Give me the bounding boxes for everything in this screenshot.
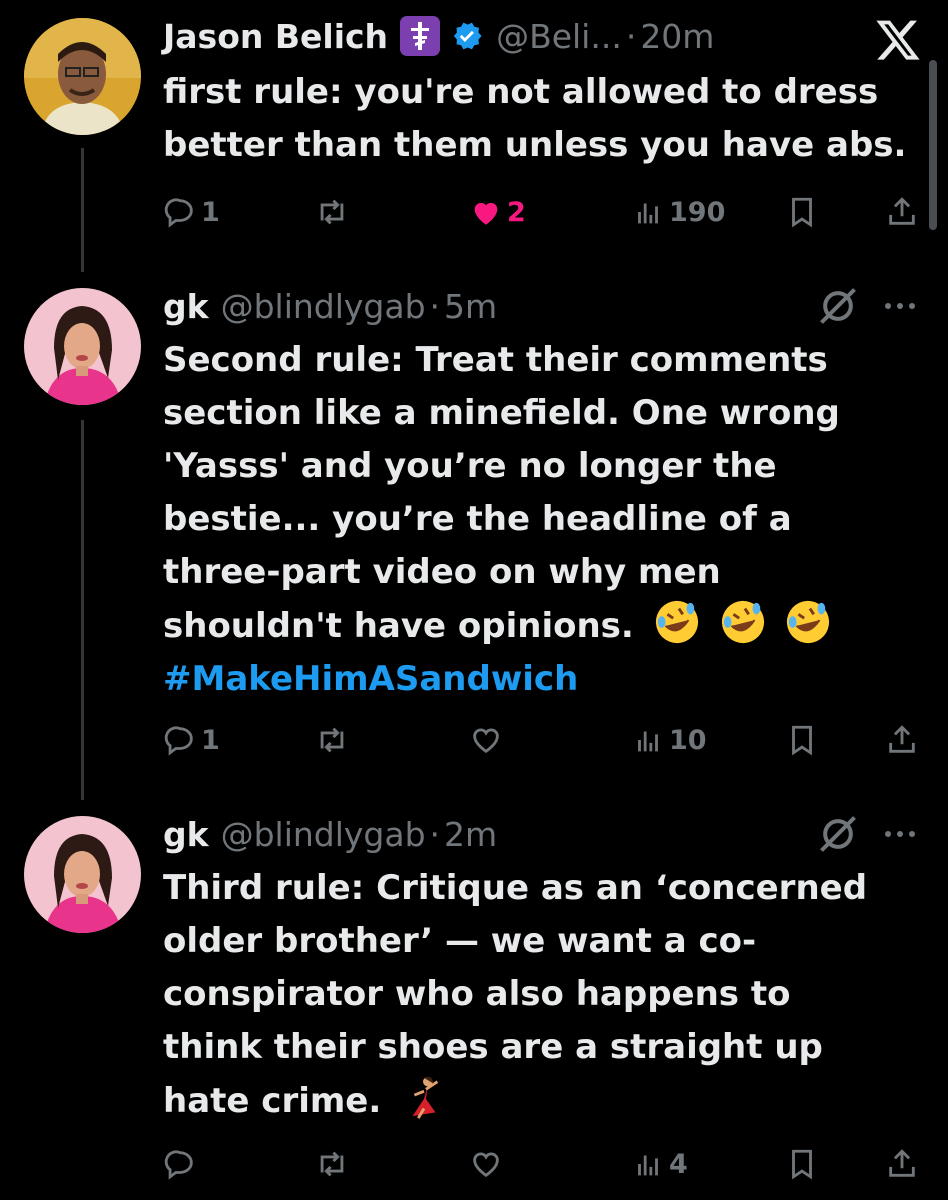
- tweet-text: Second rule: Treat their comments sectio…: [163, 334, 923, 706]
- rofl-emoji: [787, 600, 830, 644]
- separator-dot: ·: [429, 814, 441, 854]
- author-handle[interactable]: @blindlygab: [221, 815, 426, 854]
- views-icon: [638, 731, 658, 752]
- share-button[interactable]: [885, 1142, 919, 1186]
- reply-icon: [164, 198, 193, 228]
- views-count: 10: [669, 724, 707, 756]
- grok-icon[interactable]: [816, 284, 860, 328]
- author-name[interactable]: gk: [163, 815, 209, 854]
- bookmark-icon: [792, 1149, 812, 1180]
- like-button[interactable]: 2: [469, 190, 526, 234]
- bookmark-icon: [792, 197, 812, 228]
- hashtag-link[interactable]: #MakeHimASandwich: [163, 653, 923, 706]
- rofl-emoji: [655, 600, 698, 644]
- action-bar: 1 10: [163, 718, 923, 762]
- thread-connector: [81, 148, 84, 272]
- reply-icon: [164, 726, 193, 756]
- avatar[interactable]: [24, 18, 141, 135]
- retweet-button[interactable]: [315, 718, 349, 762]
- tweet-text-line: think their shoes are a straight up: [163, 1027, 823, 1067]
- verified-badge-icon: [450, 19, 484, 53]
- x-logo-icon[interactable]: [874, 16, 922, 64]
- heart-filled-icon: [474, 202, 498, 225]
- thread-connector: [81, 420, 84, 800]
- bookmark-icon: [792, 725, 812, 756]
- tweet-text-line: hate crime.: [163, 1074, 923, 1128]
- timestamp[interactable]: 20m: [640, 17, 714, 56]
- tweet-text-line-end: shouldn't have opinions.: [163, 606, 634, 646]
- tweet-text: first rule: you're not allowed to dress …: [163, 66, 923, 172]
- reply-button[interactable]: 1: [163, 718, 220, 762]
- views-button[interactable]: 10: [631, 718, 707, 762]
- tweet-header: gk @blindlygab · 5m: [163, 284, 497, 328]
- avatar[interactable]: [24, 288, 141, 405]
- tweet-header: gk @blindlygab · 2m: [163, 812, 497, 856]
- tweet-text-line: Third rule: Critique as an ‘concerned: [163, 868, 868, 908]
- like-count: 2: [507, 196, 526, 228]
- share-icon: [889, 725, 915, 753]
- views-count: 190: [669, 196, 726, 228]
- share-button[interactable]: [885, 190, 919, 234]
- tweet-header: Jason Belich @Beli... · 20m: [163, 14, 714, 58]
- share-icon: [889, 197, 915, 225]
- separator-dot: ·: [429, 286, 441, 326]
- tweet-text-line: 'Yasss' and you’re no longer the: [163, 446, 777, 486]
- heart-icon: [473, 1152, 499, 1178]
- action-bar: 1 2 190: [163, 190, 923, 234]
- more-options-icon[interactable]: [876, 296, 924, 316]
- reply-count: 1: [201, 724, 220, 756]
- author-handle[interactable]: @Beli...: [496, 17, 622, 56]
- share-button[interactable]: [885, 718, 919, 762]
- reply-icon: [164, 1150, 193, 1180]
- timestamp[interactable]: 2m: [444, 815, 497, 854]
- tweet-text-line: first rule: you're not allowed to dress: [163, 72, 879, 112]
- timestamp[interactable]: 5m: [444, 287, 497, 326]
- avatar[interactable]: [24, 816, 141, 933]
- tweet-text-line: section like a minefield. One wrong: [163, 393, 840, 433]
- retweet-icon: [320, 727, 344, 753]
- retweet-icon: [320, 199, 344, 225]
- tweet-text-line: bestie... you’re the headline of a: [163, 499, 792, 539]
- views-icon: [638, 1155, 658, 1176]
- action-bar: 4: [163, 1142, 923, 1186]
- tweet-text: Third rule: Critique as an ‘concerned ol…: [163, 862, 923, 1128]
- tweet-text-line: Second rule: Treat their comments: [163, 340, 828, 380]
- bookmark-button[interactable]: [785, 718, 819, 762]
- views-icon: [638, 203, 658, 224]
- grok-icon[interactable]: [816, 812, 860, 856]
- tweet-text-line: shouldn't have opinions.: [163, 599, 923, 653]
- views-button[interactable]: 190: [631, 190, 725, 234]
- bookmark-button[interactable]: [785, 190, 819, 234]
- scrollbar[interactable]: [929, 60, 937, 230]
- more-options-icon[interactable]: [876, 824, 924, 844]
- share-icon: [889, 1149, 915, 1177]
- reply-count: 1: [201, 196, 220, 228]
- author-name[interactable]: Jason Belich: [163, 17, 388, 56]
- tweet-text-line: older brother’ — we want a co-: [163, 921, 757, 961]
- tweet-text-line: three-part video on why men: [163, 552, 721, 592]
- dancer-emoji: [412, 1076, 439, 1119]
- like-button[interactable]: [469, 1142, 503, 1186]
- retweet-button[interactable]: [315, 190, 349, 234]
- bookmark-button[interactable]: [785, 1142, 819, 1186]
- author-handle[interactable]: @blindlygab: [221, 287, 426, 326]
- tweet-text-line: conspirator who also happens to: [163, 974, 791, 1014]
- like-button[interactable]: [469, 718, 503, 762]
- retweet-button[interactable]: [315, 1142, 349, 1186]
- views-button[interactable]: 4: [631, 1142, 688, 1186]
- rofl-emoji: [721, 600, 764, 644]
- separator-dot: ·: [625, 16, 637, 56]
- reply-button[interactable]: 1: [163, 190, 220, 234]
- reply-button[interactable]: [163, 1142, 197, 1186]
- cross-badge-icon: [400, 16, 441, 56]
- tweet-text-line: better than them unless you have abs.: [163, 125, 907, 165]
- retweet-icon: [320, 1151, 344, 1177]
- author-name[interactable]: gk: [163, 287, 209, 326]
- views-count: 4: [669, 1148, 688, 1180]
- heart-icon: [473, 728, 499, 754]
- tweet-text-line-end: hate crime.: [163, 1081, 382, 1121]
